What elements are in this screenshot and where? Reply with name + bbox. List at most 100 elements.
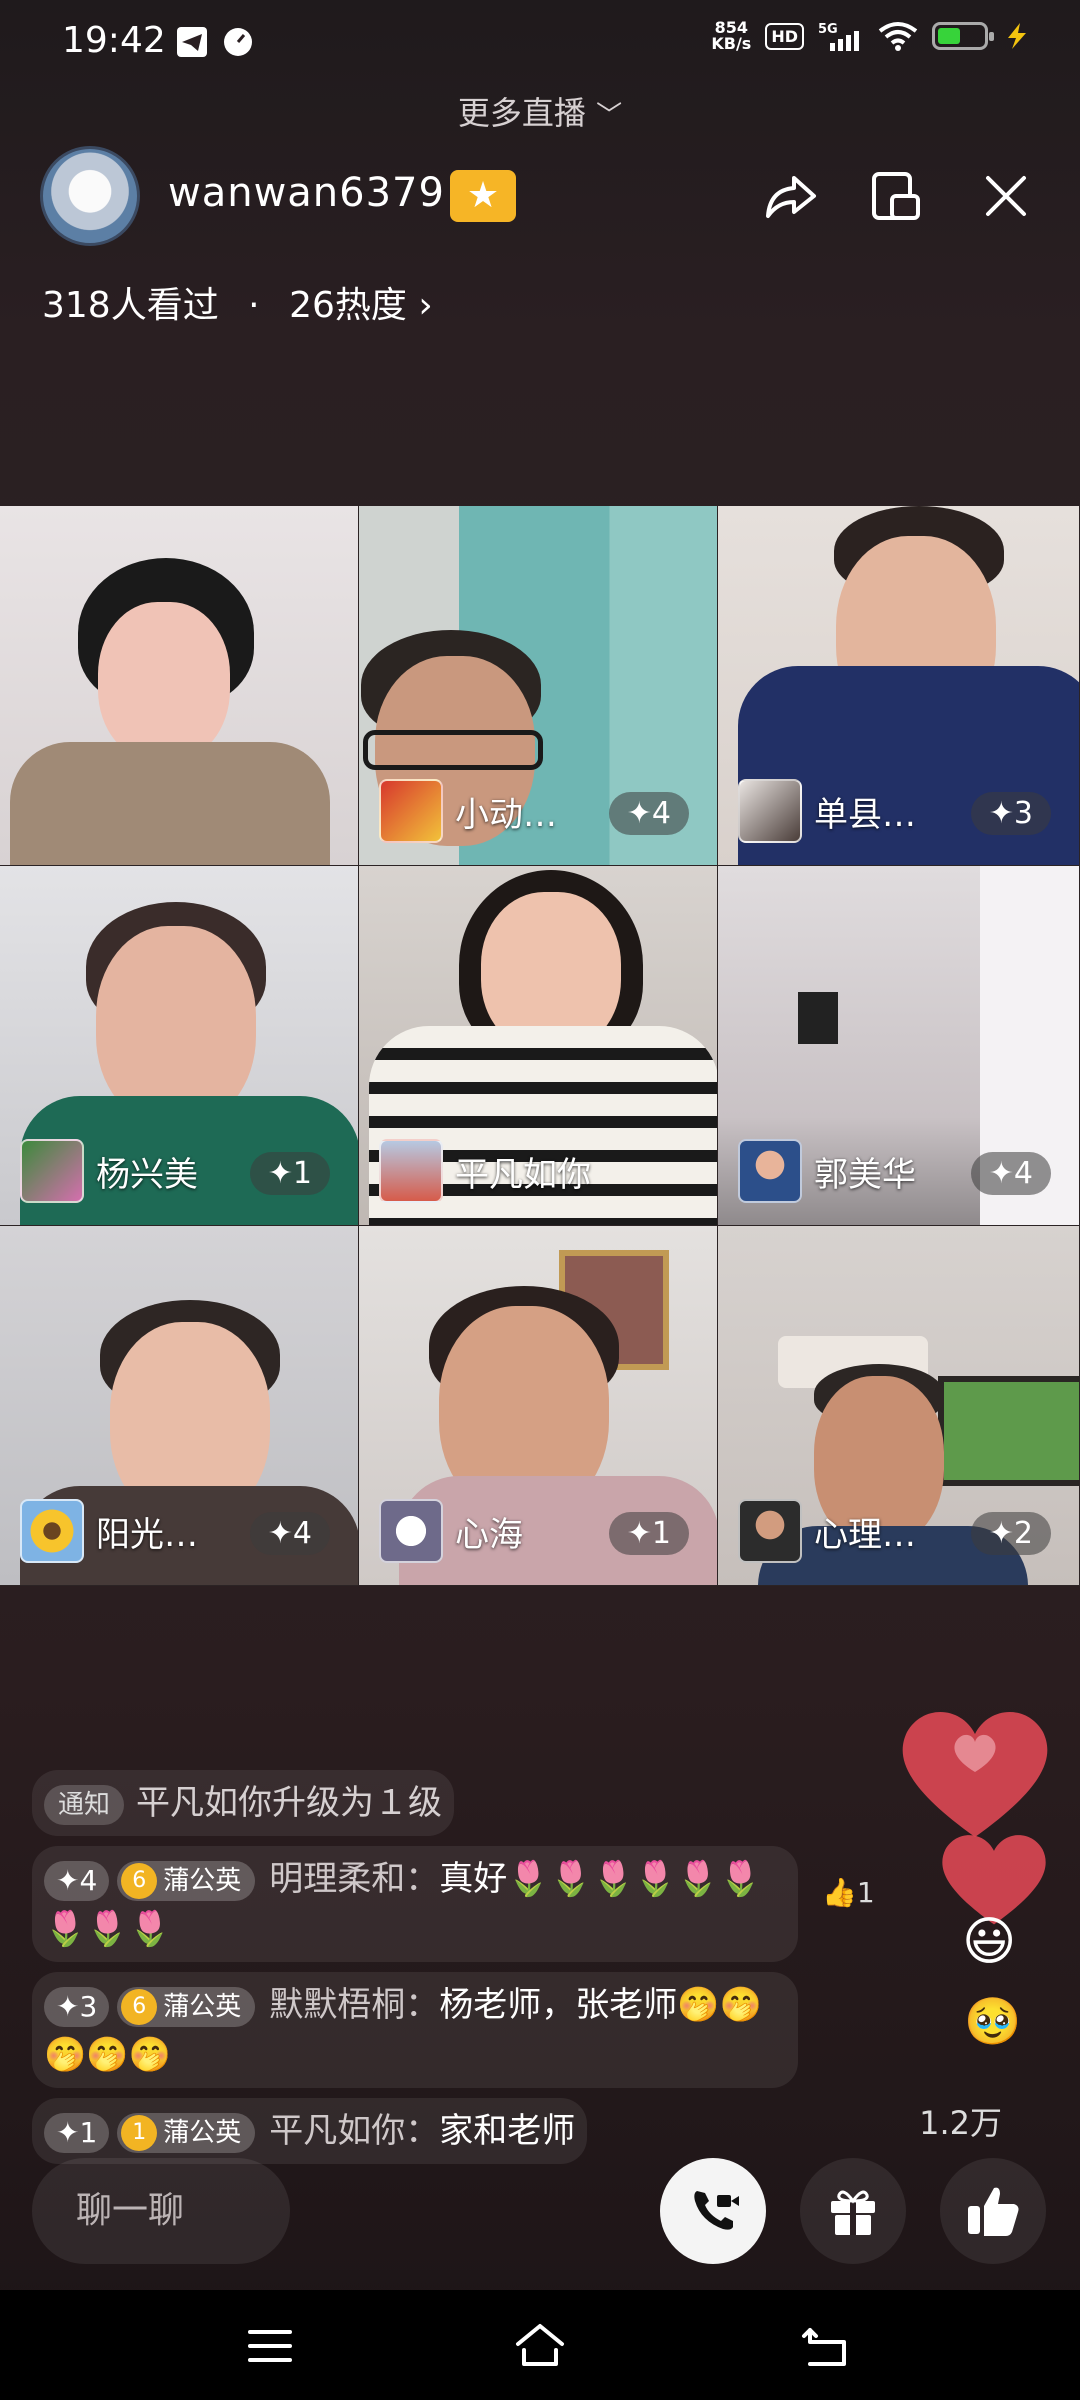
level-badge: ✦3 <box>970 792 1051 835</box>
tile-name-row: 心理… <box>738 1499 916 1563</box>
host-name[interactable]: wanwan6379 <box>168 170 445 216</box>
fan-badge: 1 蒲公英 <box>117 2112 256 2153</box>
sender-name[interactable]: 明理柔和： <box>269 1859 439 1899</box>
fan-badge: 6 蒲公英 <box>117 1860 256 1901</box>
user-name: 心海 <box>455 1514 523 1555</box>
notice-tag: 通知 <box>44 1784 125 1825</box>
signal-5g-icon: 5G <box>818 22 859 51</box>
teary-emoji-icon: 🥹 <box>964 1994 1022 2048</box>
system-nav-bar <box>0 2290 1080 2400</box>
live-header: wanwan6379 ★ <box>0 140 1080 250</box>
notice-message: 通知 平凡如你升级为１级 <box>32 1770 455 1836</box>
fan-level-icon: 1 <box>121 2115 158 2151</box>
separator: · <box>248 285 260 326</box>
net-speed: 854 KB/s <box>711 18 752 53</box>
gauge-icon <box>224 28 252 56</box>
svg-text:5G: 5G <box>818 22 838 37</box>
user-name: 小动… <box>455 794 557 835</box>
like-button[interactable] <box>940 2158 1046 2264</box>
host-star-badge-icon: ★ <box>450 170 516 222</box>
smile-emoji-icon: 😃 <box>962 1912 1017 1972</box>
sender-name[interactable]: 默默梧桐： <box>269 1985 439 2025</box>
video-tile[interactable]: 心海 ✦1 <box>359 1226 718 1586</box>
hd-badge: HD <box>765 22 804 50</box>
status-bar: 19:42 854 KB/s HD 5G <box>0 0 1080 90</box>
video-tile[interactable]: 郭美华 ✦4 <box>718 866 1080 1226</box>
message-like[interactable]: 👍1 <box>822 1876 875 1909</box>
level-badge: ✦4 <box>44 1860 110 1901</box>
gift-button[interactable] <box>800 2158 906 2264</box>
more-live-dropdown[interactable]: 更多直播 ﹀ <box>0 88 1080 134</box>
tile-name-row: 心海 <box>379 1499 523 1563</box>
level-badge: ✦1 <box>44 2112 110 2153</box>
level-badge: ✦3 <box>44 1986 110 2027</box>
battery-icon <box>932 22 994 50</box>
fan-level-icon: 6 <box>121 1989 158 2025</box>
thumbs-up-small-icon: 👍 <box>822 1876 857 1909</box>
chat-input[interactable]: 聊一聊 <box>32 2158 290 2264</box>
chevron-right-icon: › <box>418 285 433 326</box>
chat-message[interactable]: ✦4 6 蒲公英 明理柔和：真好🌷🌷🌷🌷🌷🌷🌷🌷🌷 <box>32 1846 798 1962</box>
viewer-stats[interactable]: 318人看过 · 26热度 › <box>42 276 433 328</box>
status-time: 19:42 <box>62 20 166 61</box>
user-avatar <box>379 1499 443 1563</box>
message-text: 家和老师 <box>439 2111 576 2151</box>
user-avatar <box>738 1499 802 1563</box>
home-icon[interactable] <box>510 2316 570 2376</box>
like-count: 1.2万 <box>919 2104 1002 2142</box>
host-avatar[interactable] <box>40 146 140 246</box>
chat-message[interactable]: ✦3 6 蒲公英 默默梧桐：杨老师，张老师🤭🤭🤭🤭🤭 <box>32 1972 798 2088</box>
video-tile[interactable]: 阳光… ✦4 <box>0 1226 359 1586</box>
user-avatar <box>738 779 802 843</box>
user-name: 杨兴美 <box>96 1154 198 1195</box>
level-badge: ✦1 <box>608 1512 689 1555</box>
fan-badge: 6 蒲公英 <box>117 1986 256 2027</box>
video-tile[interactable]: 杨兴美 ✦1 <box>0 866 359 1226</box>
user-name: 单县… <box>814 794 916 835</box>
user-avatar <box>379 779 443 843</box>
level-badge: ✦1 <box>249 1152 330 1195</box>
viewer-count: 318人看过 <box>42 285 219 326</box>
notice-text: 平凡如你升级为１级 <box>136 1783 443 1823</box>
tile-name-row: 单县… <box>738 779 916 843</box>
level-badge: ✦4 <box>249 1512 330 1555</box>
video-tile[interactable]: 平凡如你 <box>359 866 718 1226</box>
user-name: 心理… <box>814 1514 916 1555</box>
telegram-icon <box>177 27 207 57</box>
message-text: 真好 <box>439 1859 508 1899</box>
share-icon[interactable] <box>760 166 820 226</box>
fan-level-icon: 6 <box>121 1863 158 1899</box>
level-badge: ✦4 <box>608 792 689 835</box>
picture-in-picture-icon[interactable] <box>866 166 926 226</box>
menu-icon[interactable] <box>240 2316 300 2376</box>
video-tile[interactable] <box>0 506 359 866</box>
user-avatar <box>20 1139 84 1203</box>
level-badge: ✦2 <box>970 1512 1051 1555</box>
chat-message[interactable]: ✦1 1 蒲公英 平凡如你：家和老师 <box>32 2098 588 2164</box>
tile-name-row: 郭美华 <box>738 1139 916 1203</box>
close-icon[interactable] <box>976 166 1036 226</box>
tile-name-row: 杨兴美 <box>20 1139 198 1203</box>
gift-icon <box>831 2190 875 2235</box>
message-text: 杨老师，张老师 <box>439 1985 678 2025</box>
user-avatar <box>379 1139 443 1203</box>
video-tile[interactable]: 小动… ✦4 <box>359 506 718 866</box>
charging-icon <box>1008 23 1026 49</box>
user-name: 郭美华 <box>814 1154 916 1195</box>
user-avatar <box>738 1139 802 1203</box>
thumbs-up-icon <box>968 2187 1019 2236</box>
chevron-down-icon: ﹀ <box>596 101 623 131</box>
tile-name-row: 阳光… <box>20 1499 198 1563</box>
chat-list: 通知 平凡如你升级为１级 ✦4 6 蒲公英 明理柔和：真好🌷🌷🌷🌷🌷🌷🌷🌷🌷 ✦3 6 蒲公… <box>32 1770 812 2174</box>
video-tile[interactable]: 单县… ✦3 <box>718 506 1080 866</box>
sender-name[interactable]: 平凡如你： <box>269 2111 439 2151</box>
status-right: 854 KB/s HD 5G <box>711 20 1032 52</box>
tile-name-row: 平凡如你 <box>379 1139 591 1203</box>
user-name: 平凡如你 <box>455 1154 591 1195</box>
back-icon[interactable] <box>796 2316 856 2376</box>
more-live-label: 更多直播 <box>457 94 586 132</box>
video-tile[interactable]: 心理… ✦2 <box>718 1226 1080 1586</box>
video-grid: 小动… ✦4 单县… ✦3 杨兴美 ✦1 平凡如你 郭美华 ✦4 阳光… ✦4 … <box>0 506 1080 1586</box>
user-name: 阳光… <box>96 1514 198 1555</box>
video-call-button[interactable] <box>660 2158 766 2264</box>
